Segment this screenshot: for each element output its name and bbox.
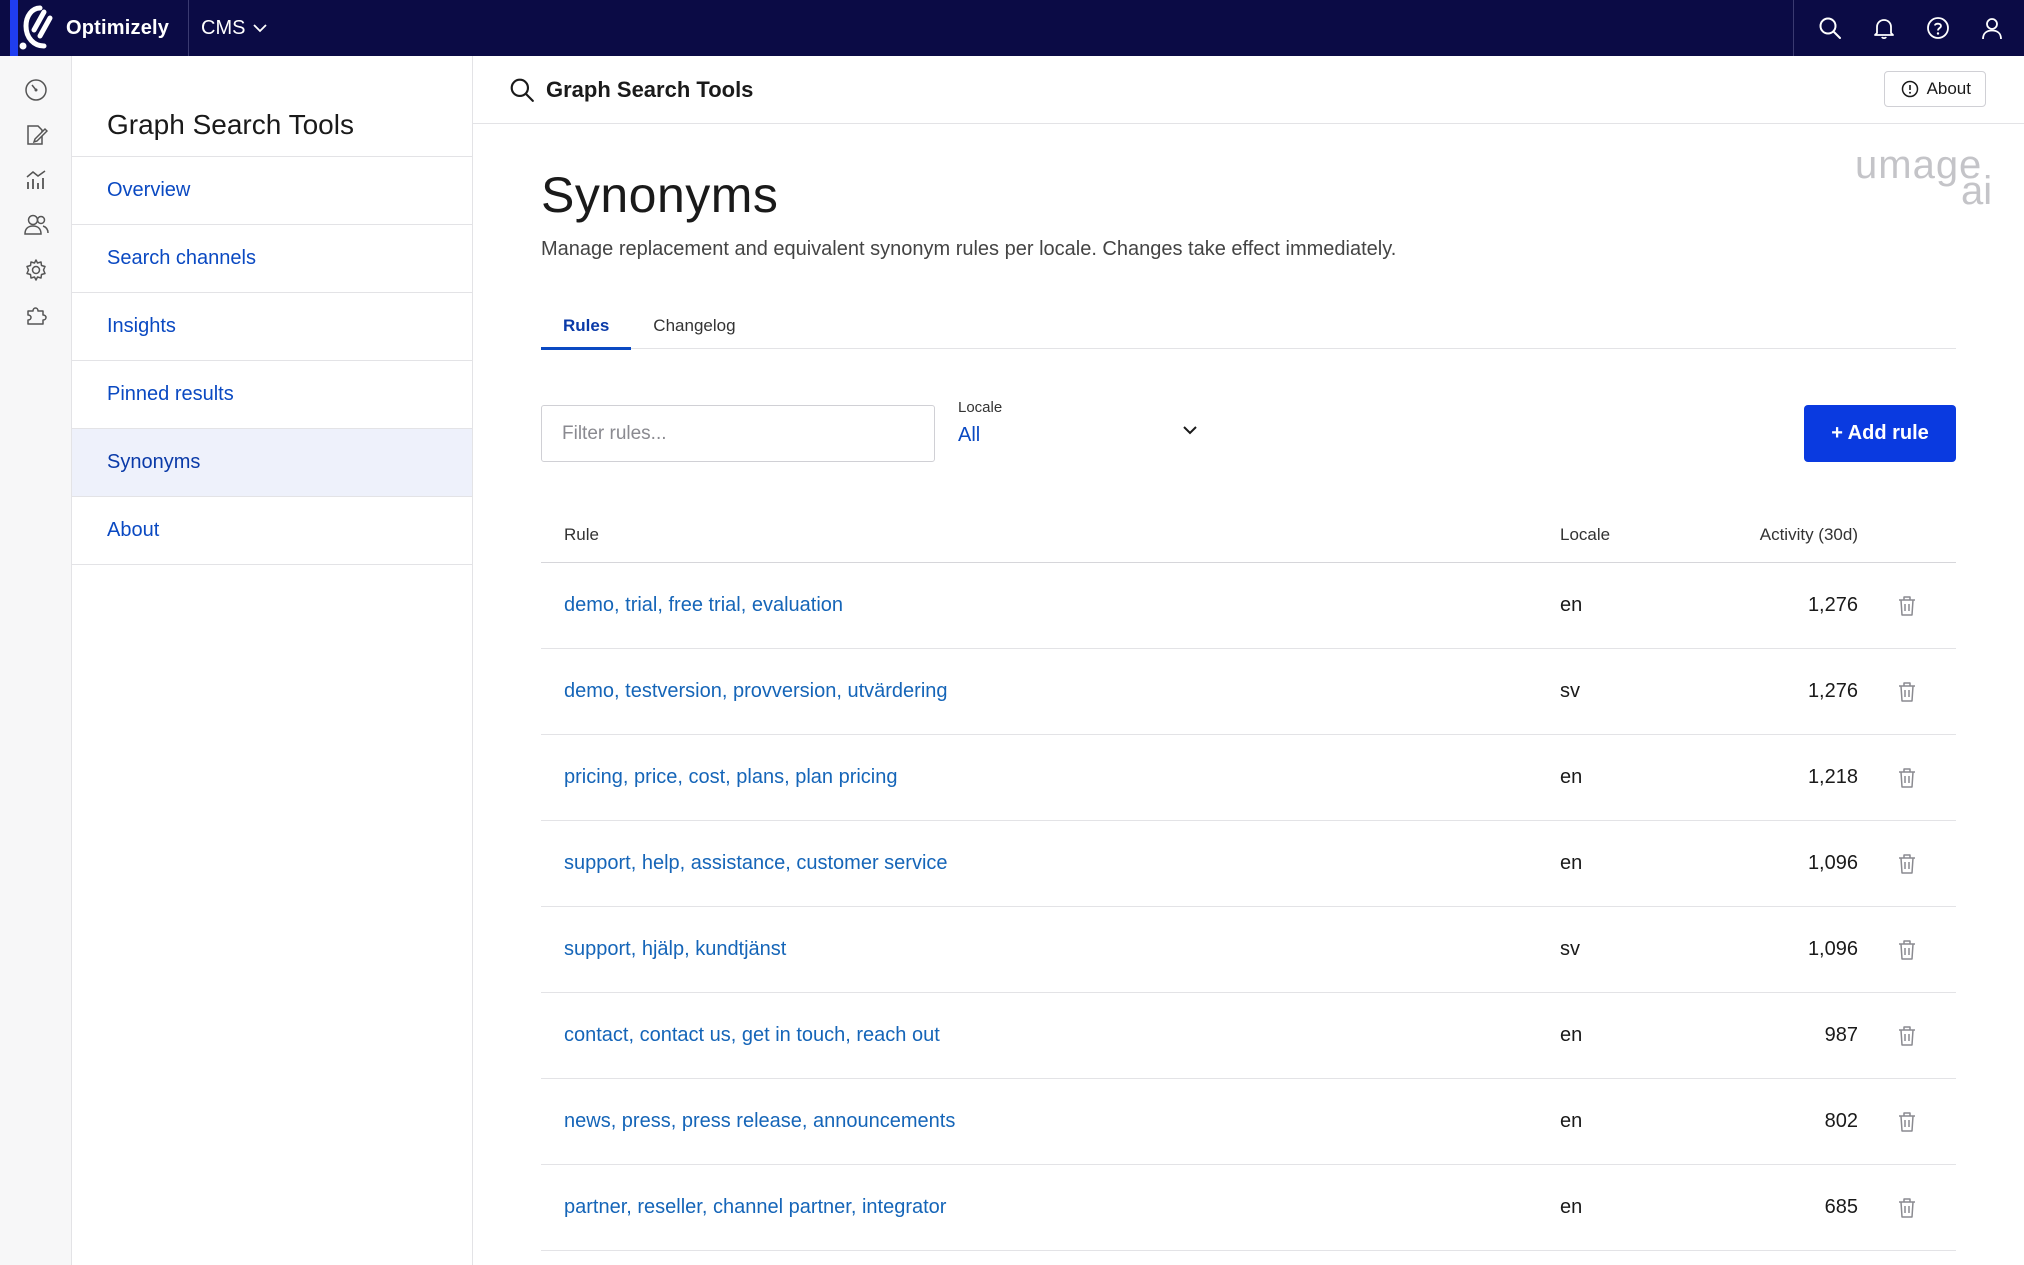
rule-link[interactable]: news, press, press release, announcement…	[541, 1110, 1560, 1133]
table-header: Rule Locale Activity (30d)	[541, 507, 1956, 563]
analytics-icon[interactable]	[0, 157, 72, 202]
filter-rules-input[interactable]	[541, 405, 935, 462]
rule-locale: sv	[1560, 938, 1580, 960]
table-row: demo, trial, free trial, evaluation en 1…	[541, 563, 1956, 649]
tab-changelog[interactable]: Changelog	[631, 303, 757, 349]
rule-activity: 685	[1824, 1196, 1858, 1218]
subnav-item-insights[interactable]: Insights	[72, 293, 472, 361]
header-title: Graph Search Tools	[546, 76, 754, 102]
rule-link[interactable]: pricing, price, cost, plans, plan pricin…	[541, 766, 1560, 789]
locale-select-value: All	[958, 424, 981, 446]
trash-icon[interactable]	[1858, 681, 1956, 703]
page-title: Synonyms	[541, 167, 779, 223]
subnav-item-pinned-results[interactable]: Pinned results	[72, 361, 472, 429]
help-icon[interactable]	[1924, 14, 1952, 42]
subnav-list: Overview Search channels Insights Pinned…	[72, 156, 472, 565]
rule-link[interactable]: contact, contact us, get in touch, reach…	[541, 1024, 1560, 1047]
tab-rules[interactable]: Rules	[541, 303, 632, 350]
rules-table: Rule Locale Activity (30d) demo, trial, …	[541, 507, 1956, 1251]
settings-icon[interactable]	[0, 247, 72, 292]
rule-activity: 802	[1824, 1110, 1858, 1132]
top-bar: Optimizely CMS	[0, 0, 2024, 56]
table-row: news, press, press release, announcement…	[541, 1079, 1956, 1165]
umage-ai-logo: umage ai	[1849, 140, 1999, 210]
main-content: umage ai Synonyms Manage replacement and…	[541, 124, 1992, 1251]
trash-icon[interactable]	[1858, 1111, 1956, 1133]
rule-locale: en	[1560, 1196, 1583, 1218]
product-name: CMS	[201, 16, 246, 39]
chevron-down-icon	[253, 24, 268, 33]
page-description: Manage replacement and equivalent synony…	[541, 238, 1397, 260]
rule-locale: en	[1560, 852, 1583, 874]
rule-locale: en	[1560, 1024, 1583, 1046]
column-header-locale[interactable]: Locale	[1560, 525, 1718, 545]
subnav-item-search-channels[interactable]: Search channels	[72, 225, 472, 293]
rule-link[interactable]: demo, trial, free trial, evaluation	[541, 594, 1560, 617]
brand-logo[interactable]: Optimizely	[0, 0, 189, 56]
secondary-nav: Graph Search Tools Overview Search chann…	[72, 56, 473, 1265]
about-button-label: About	[1926, 79, 1971, 98]
rule-locale: sv	[1560, 680, 1580, 702]
rule-link[interactable]: support, help, assistance, customer serv…	[541, 852, 1560, 875]
search-icon[interactable]	[1816, 14, 1844, 42]
rule-link[interactable]: support, hjälp, kundtjänst	[541, 938, 1560, 961]
trash-icon[interactable]	[1858, 767, 1956, 789]
table-row: pricing, price, cost, plans, plan pricin…	[541, 735, 1956, 821]
trash-icon[interactable]	[1858, 939, 1956, 961]
info-icon	[1901, 80, 1918, 98]
column-header-activity[interactable]: Activity (30d)	[1718, 525, 1858, 545]
users-icon[interactable]	[0, 202, 72, 247]
brand-name: Optimizely	[66, 16, 170, 39]
column-header-rule[interactable]: Rule	[541, 525, 1560, 545]
bell-icon[interactable]	[1870, 14, 1898, 42]
locale-select-label: Locale	[958, 399, 1003, 416]
tabs: Rules Changelog	[541, 303, 1956, 350]
subnav-item-synonyms[interactable]: Synonyms	[72, 429, 472, 497]
rule-activity: 1,218	[1807, 766, 1858, 788]
edit-icon[interactable]	[0, 112, 72, 157]
product-switcher[interactable]: CMS	[201, 0, 268, 56]
about-button[interactable]: About	[1883, 71, 1986, 107]
trash-icon[interactable]	[1858, 853, 1956, 875]
subnav-item-about[interactable]: About	[72, 497, 472, 565]
rule-activity: 1,276	[1807, 680, 1858, 702]
user-icon[interactable]	[1978, 14, 2006, 42]
table-row: support, help, assistance, customer serv…	[541, 821, 1956, 907]
subnav-item-overview[interactable]: Overview	[72, 157, 472, 225]
table-row: contact, contact us, get in touch, reach…	[541, 993, 1956, 1079]
table-row: partner, reseller, channel partner, inte…	[541, 1165, 1956, 1251]
subnav-title: Graph Search Tools	[107, 109, 354, 140]
locale-select[interactable]: Locale All	[958, 399, 1198, 459]
dashboard-icon[interactable]	[0, 67, 72, 112]
rule-locale: en	[1560, 766, 1583, 788]
trash-icon[interactable]	[1858, 595, 1956, 617]
search-icon	[508, 76, 536, 104]
rule-activity: 1,096	[1807, 938, 1858, 960]
rule-activity: 987	[1824, 1024, 1858, 1046]
rule-activity: 1,276	[1807, 594, 1858, 616]
svg-text:ai: ai	[1961, 169, 1992, 210]
table-row: demo, testversion, provversion, utvärder…	[541, 649, 1956, 735]
rule-link[interactable]: partner, reseller, channel partner, inte…	[541, 1196, 1560, 1219]
rule-locale: en	[1560, 1110, 1583, 1132]
rule-activity: 1,096	[1807, 852, 1858, 874]
addons-icon[interactable]	[0, 292, 72, 337]
add-rule-button[interactable]: + Add rule	[1804, 405, 1956, 462]
rule-link[interactable]: demo, testversion, provversion, utvärder…	[541, 680, 1560, 703]
rules-toolbar: Locale All + Add rule	[541, 399, 1956, 463]
rule-locale: en	[1560, 594, 1583, 616]
chevron-down-icon	[1183, 426, 1197, 435]
table-row: support, hjälp, kundtjänst sv 1,096	[541, 907, 1956, 993]
trash-icon[interactable]	[1858, 1025, 1956, 1047]
top-actions	[1793, 0, 2024, 56]
icon-rail	[0, 56, 72, 1265]
main-header: Graph Search Tools About	[473, 56, 2024, 124]
trash-icon[interactable]	[1858, 1197, 1956, 1219]
optimizely-logo-icon	[10, 0, 58, 56]
